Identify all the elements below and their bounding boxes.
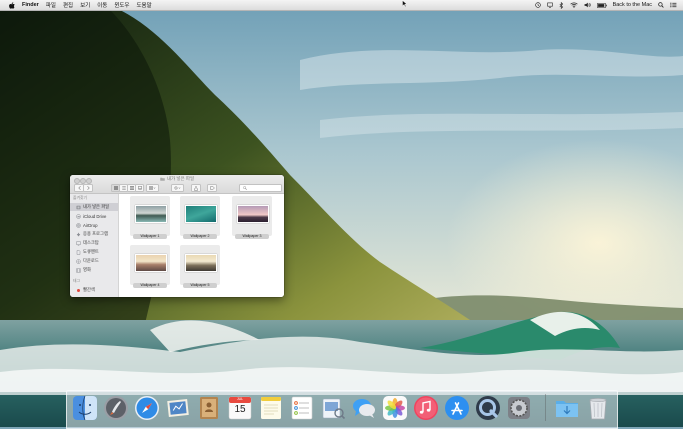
file-thumbnail	[185, 254, 217, 272]
menu-bar: Finder 파일 편집 보기 이동 윈도우 도움말 Back to the M…	[0, 0, 683, 11]
arrange-button[interactable]	[146, 184, 159, 192]
file-item[interactable]: Wallpaper 3	[232, 196, 272, 239]
cloud-icon	[76, 213, 81, 219]
volume-icon[interactable]	[584, 2, 591, 8]
photos-icon[interactable]	[381, 394, 409, 422]
window-title-text: 내가 넣은 파일	[166, 176, 195, 181]
display-icon[interactable]	[546, 2, 553, 8]
menu-file[interactable]: 파일	[46, 1, 56, 9]
safari-icon[interactable]	[133, 394, 161, 422]
sidebar-item-documents[interactable]: 도큐멘트	[70, 248, 118, 256]
desktop-icon	[76, 241, 81, 246]
window-title: 내가 넣은 파일	[70, 176, 284, 182]
file-grid: Wallpaper 1 Wallpaper 2 Wallpaper 3 Wall…	[119, 194, 284, 297]
sidebar-item-label: 내가 넣은 파일	[83, 204, 110, 209]
menu-go[interactable]: 이동	[97, 1, 107, 9]
sidebar-item-downloads[interactable]: 다운로드	[70, 257, 118, 265]
menu-edit[interactable]: 편집	[63, 1, 73, 9]
contacts-icon[interactable]	[195, 394, 223, 422]
sidebar-item-label: 영화	[83, 267, 91, 272]
finder-window: 내가 넣은 파일 즐겨찾기 내가 넣은 파일 iCloud Drive AirD…	[70, 175, 284, 297]
finder-toolbar: 내가 넣은 파일	[70, 175, 284, 194]
sidebar-item-label: 응용 프로그램	[83, 231, 108, 236]
applications-icon	[76, 232, 81, 237]
preview-icon[interactable]	[319, 394, 347, 422]
file-item[interactable]: Wallpaper 5	[180, 245, 220, 288]
movies-icon	[76, 268, 81, 273]
finder-icon[interactable]	[71, 394, 99, 422]
tags-header: 태그	[73, 279, 80, 283]
bluetooth-icon[interactable]	[559, 1, 564, 9]
file-name: Wallpaper 3	[235, 234, 269, 239]
all-files-icon	[76, 205, 81, 210]
share-button[interactable]	[191, 184, 201, 192]
app-store-icon[interactable]	[443, 394, 471, 422]
sidebar-item-applications[interactable]: 응용 프로그램	[70, 230, 118, 238]
file-thumbnail	[135, 205, 167, 223]
menu-app-name[interactable]: Finder	[22, 2, 39, 8]
sidebar-item-airdrop[interactable]: AirDrop	[70, 221, 118, 229]
messages-icon[interactable]	[350, 394, 378, 422]
cover-flow-button[interactable]	[135, 184, 144, 192]
file-item[interactable]: Wallpaper 1	[130, 196, 170, 239]
menu-window[interactable]: 윈도우	[114, 1, 129, 9]
action-gear-button[interactable]	[171, 184, 184, 192]
quicktime-icon[interactable]	[474, 394, 502, 422]
sidebar-item-label: iCloud Drive	[83, 213, 107, 219]
favorites-header: 즐겨찾기	[73, 196, 87, 200]
sidebar-item-label: 데스크탑	[83, 240, 99, 245]
sidebar-item-label: 도큐멘트	[83, 249, 99, 254]
dock-separator	[545, 394, 546, 421]
tags-button[interactable]	[207, 184, 217, 192]
file-name: Wallpaper 1	[133, 234, 167, 239]
file-name: Wallpaper 4	[133, 283, 167, 288]
sidebar-item-desktop[interactable]: 데스크탑	[70, 239, 118, 247]
wifi-icon[interactable]	[569, 2, 578, 8]
notes-icon[interactable]	[257, 394, 285, 422]
red-tag-icon	[76, 288, 81, 293]
downloads-folder-icon[interactable]	[553, 394, 581, 422]
user-name[interactable]: Back to the Mac	[613, 2, 652, 8]
mail-icon[interactable]	[164, 394, 192, 422]
notification-center-icon[interactable]	[670, 2, 677, 8]
search-field[interactable]	[239, 184, 282, 192]
trash-icon[interactable]	[584, 394, 612, 422]
sidebar-item-icloud-drive[interactable]: iCloud Drive	[70, 212, 118, 220]
battery-icon[interactable]	[596, 2, 607, 8]
search-icon	[243, 186, 247, 190]
file-item[interactable]: Wallpaper 4	[130, 245, 170, 288]
sidebar-item-label: AirDrop	[83, 222, 98, 228]
itunes-icon[interactable]	[412, 394, 440, 422]
sidebar-item-all-my-files[interactable]: 내가 넣은 파일	[70, 203, 118, 211]
finder-sidebar: 즐겨찾기 내가 넣은 파일 iCloud Drive AirDrop 응용 프로…	[70, 194, 119, 297]
time-machine-icon[interactable]	[534, 2, 541, 8]
downloads-icon	[76, 258, 81, 264]
calendar-day: 15	[234, 404, 246, 415]
menu-view[interactable]: 보기	[80, 1, 90, 9]
sidebar-item-movies[interactable]: 영화	[70, 266, 118, 274]
folder-icon	[160, 177, 165, 182]
file-item[interactable]: Wallpaper 2	[180, 196, 220, 239]
file-name: Wallpaper 2	[183, 234, 217, 239]
sidebar-tag-label: 빨간색	[83, 287, 95, 292]
mouse-cursor-icon	[402, 0, 408, 9]
calendar-month: JUL	[236, 397, 244, 401]
sidebar-tag-red[interactable]: 빨간색	[70, 286, 118, 294]
calendar-icon[interactable]: JUL 15	[226, 394, 254, 422]
menu-help[interactable]: 도움말	[137, 1, 152, 9]
file-thumbnail	[237, 205, 269, 223]
spotlight-icon[interactable]	[658, 2, 664, 8]
reminders-icon[interactable]	[288, 394, 316, 422]
apple-menu-icon[interactable]	[9, 1, 15, 9]
file-thumbnail	[185, 205, 217, 223]
file-name: Wallpaper 5	[183, 283, 217, 288]
sidebar-item-label: 다운로드	[83, 258, 99, 263]
file-thumbnail	[135, 254, 167, 272]
documents-icon	[76, 249, 81, 255]
forward-button[interactable]	[83, 184, 93, 192]
system-preferences-icon[interactable]	[505, 394, 533, 422]
airdrop-icon	[76, 222, 81, 228]
launchpad-icon[interactable]	[102, 394, 130, 422]
